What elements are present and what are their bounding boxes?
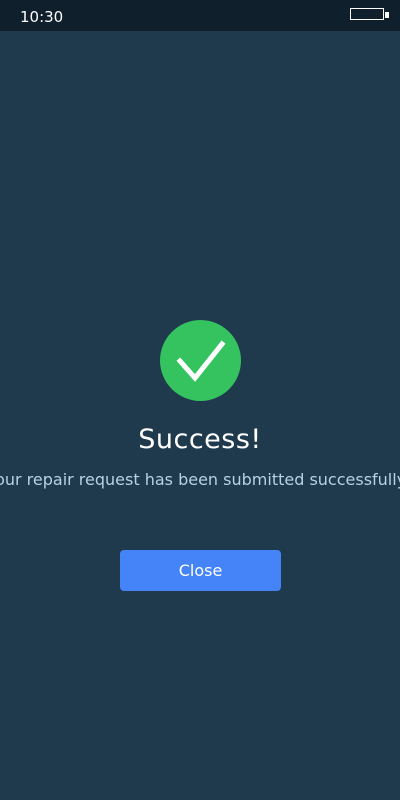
battery-tip [385,12,389,18]
status-bar: 10:30 [0,0,400,31]
status-time: 10:30 [20,8,64,26]
success-title: Success! [138,424,262,455]
success-message: Your repair request has been submitted s… [0,470,400,489]
success-checkmark-icon [160,320,241,401]
battery-icon [350,8,384,20]
close-button[interactable]: Close [120,550,281,591]
